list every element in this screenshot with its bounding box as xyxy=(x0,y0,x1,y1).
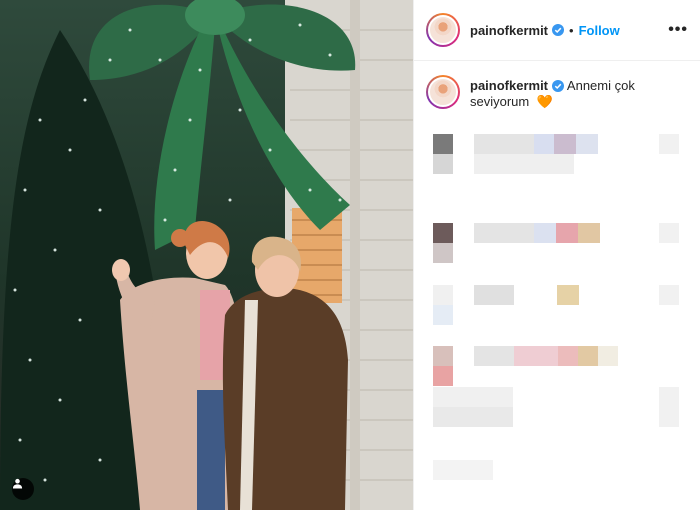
blur-pixel xyxy=(433,407,513,427)
blur-pixel xyxy=(433,366,453,386)
separator-dot: • xyxy=(569,22,574,38)
blur-pixel xyxy=(433,346,453,366)
blurred-comments xyxy=(414,110,700,510)
blur-pixel xyxy=(534,134,554,154)
caption-avatar-image xyxy=(428,77,458,107)
post-header: painofkermit • Follow ••• xyxy=(414,0,700,61)
blur-pixel xyxy=(558,346,578,366)
caption-avatar[interactable] xyxy=(426,75,460,109)
blur-pixel xyxy=(514,346,558,366)
follow-button[interactable]: Follow xyxy=(579,23,620,38)
blur-pixel xyxy=(578,346,598,366)
blur-pixel xyxy=(578,223,600,243)
caption-text: painofkermit Annemi çok seviyorum 🧡 xyxy=(470,78,688,110)
blur-pixel xyxy=(557,285,579,305)
blur-pixel xyxy=(433,460,493,480)
blur-pixel xyxy=(534,223,556,243)
blur-pixel xyxy=(474,154,574,174)
verified-badge-icon xyxy=(552,80,565,92)
instagram-post: painofkermit • Follow ••• painofkermit A… xyxy=(0,0,700,510)
blur-pixel xyxy=(474,134,534,154)
blur-pixel xyxy=(433,243,453,263)
photo-illustration xyxy=(0,0,413,510)
blur-pixel xyxy=(659,387,679,427)
avatar-image xyxy=(428,15,458,45)
blur-pixel xyxy=(433,223,453,243)
blur-pixel xyxy=(433,154,453,174)
post-photo[interactable] xyxy=(0,0,413,510)
blur-pixel xyxy=(433,134,453,154)
verified-badge-icon xyxy=(552,24,565,36)
blur-pixel xyxy=(576,134,598,154)
blur-pixel xyxy=(659,223,679,243)
blur-pixel xyxy=(659,285,679,305)
more-options-icon[interactable]: ••• xyxy=(668,21,688,39)
user-tag-icon xyxy=(12,478,23,489)
blur-pixel xyxy=(433,387,513,407)
blur-pixel xyxy=(474,223,534,243)
post-side-panel: painofkermit • Follow ••• painofkermit A… xyxy=(413,0,700,510)
blur-pixel xyxy=(659,134,679,154)
blur-pixel xyxy=(474,346,514,366)
header-username[interactable]: painofkermit xyxy=(470,23,548,38)
blur-pixel xyxy=(474,285,514,305)
orange-heart-emoji: 🧡 xyxy=(536,94,554,109)
caption: painofkermit Annemi çok seviyorum 🧡 xyxy=(414,61,700,110)
avatar[interactable] xyxy=(426,13,460,47)
blur-pixel xyxy=(433,305,453,325)
blur-pixel xyxy=(556,223,578,243)
blur-pixel xyxy=(433,285,453,305)
caption-username[interactable]: painofkermit xyxy=(470,78,548,94)
user-tag-button[interactable] xyxy=(12,478,34,500)
blur-pixel xyxy=(598,346,618,366)
blur-pixel xyxy=(554,134,576,154)
